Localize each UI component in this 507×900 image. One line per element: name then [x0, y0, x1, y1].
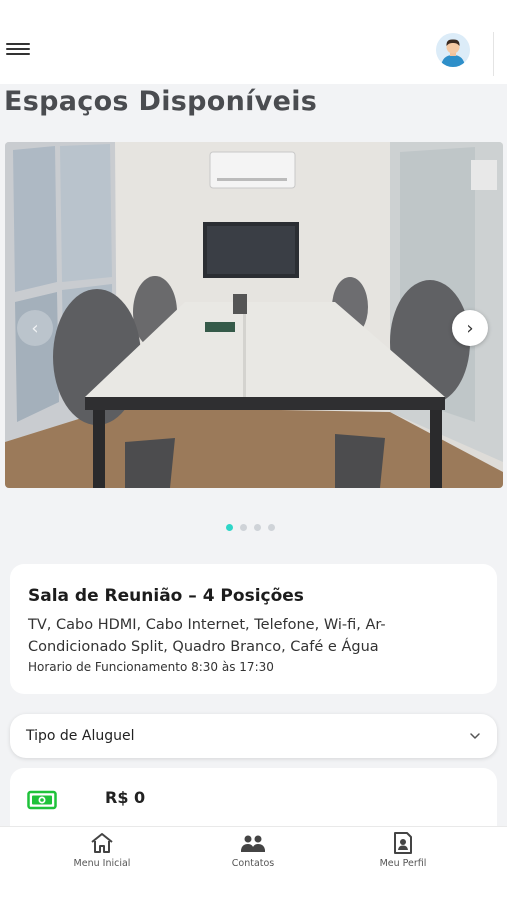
room-description: TV, Cabo HDMI, Cabo Internet, Telefone, … — [28, 617, 386, 655]
room-hours: Horario de Funcionamento 8:30 às 17:30 — [28, 660, 274, 674]
meeting-room-photo — [5, 142, 503, 488]
rental-type-select[interactable]: Tipo de Aluguel — [10, 714, 497, 758]
nav-label: Meu Perfil — [379, 858, 427, 869]
nav-item-home[interactable]: Menu Inicial — [57, 831, 147, 869]
contacts-icon — [241, 835, 265, 852]
chevron-down-icon — [470, 733, 480, 739]
nav-label: Contatos — [231, 858, 275, 869]
room-title: Sala de Reunião – 4 Posições — [28, 586, 304, 606]
profile-icon — [394, 832, 412, 854]
carousel-dot[interactable] — [226, 524, 233, 531]
header-divider — [493, 32, 494, 76]
page-title: Espaços Disponíveis — [4, 86, 318, 117]
home-icon — [91, 833, 113, 853]
nav-item-profile[interactable]: Meu Perfil — [358, 831, 448, 869]
carousel-dot[interactable] — [254, 524, 261, 531]
carousel-dot[interactable] — [268, 524, 275, 531]
hamburger-menu-icon[interactable] — [6, 40, 30, 60]
carousel-dot[interactable] — [240, 524, 247, 531]
carousel-pagination — [226, 524, 275, 531]
room-info-card: Sala de Reunião – 4 Posições TV, Cabo HD… — [10, 564, 497, 694]
nav-label: Menu Inicial — [73, 858, 131, 869]
nav-item-contacts[interactable]: Contatos — [208, 831, 298, 869]
top-bar — [0, 0, 507, 84]
chevron-left-icon[interactable]: ‹ — [17, 310, 53, 346]
bottom-navigation: Menu Inicial Contatos Meu Perfil — [0, 826, 507, 900]
price-value: R$ 0 — [105, 788, 146, 807]
rental-type-label: Tipo de Aluguel — [26, 728, 135, 744]
user-avatar-icon[interactable] — [436, 33, 470, 67]
money-bill-icon — [27, 790, 57, 810]
space-photo-carousel[interactable]: ‹ › — [5, 142, 503, 488]
chevron-right-icon[interactable]: › — [452, 310, 488, 346]
